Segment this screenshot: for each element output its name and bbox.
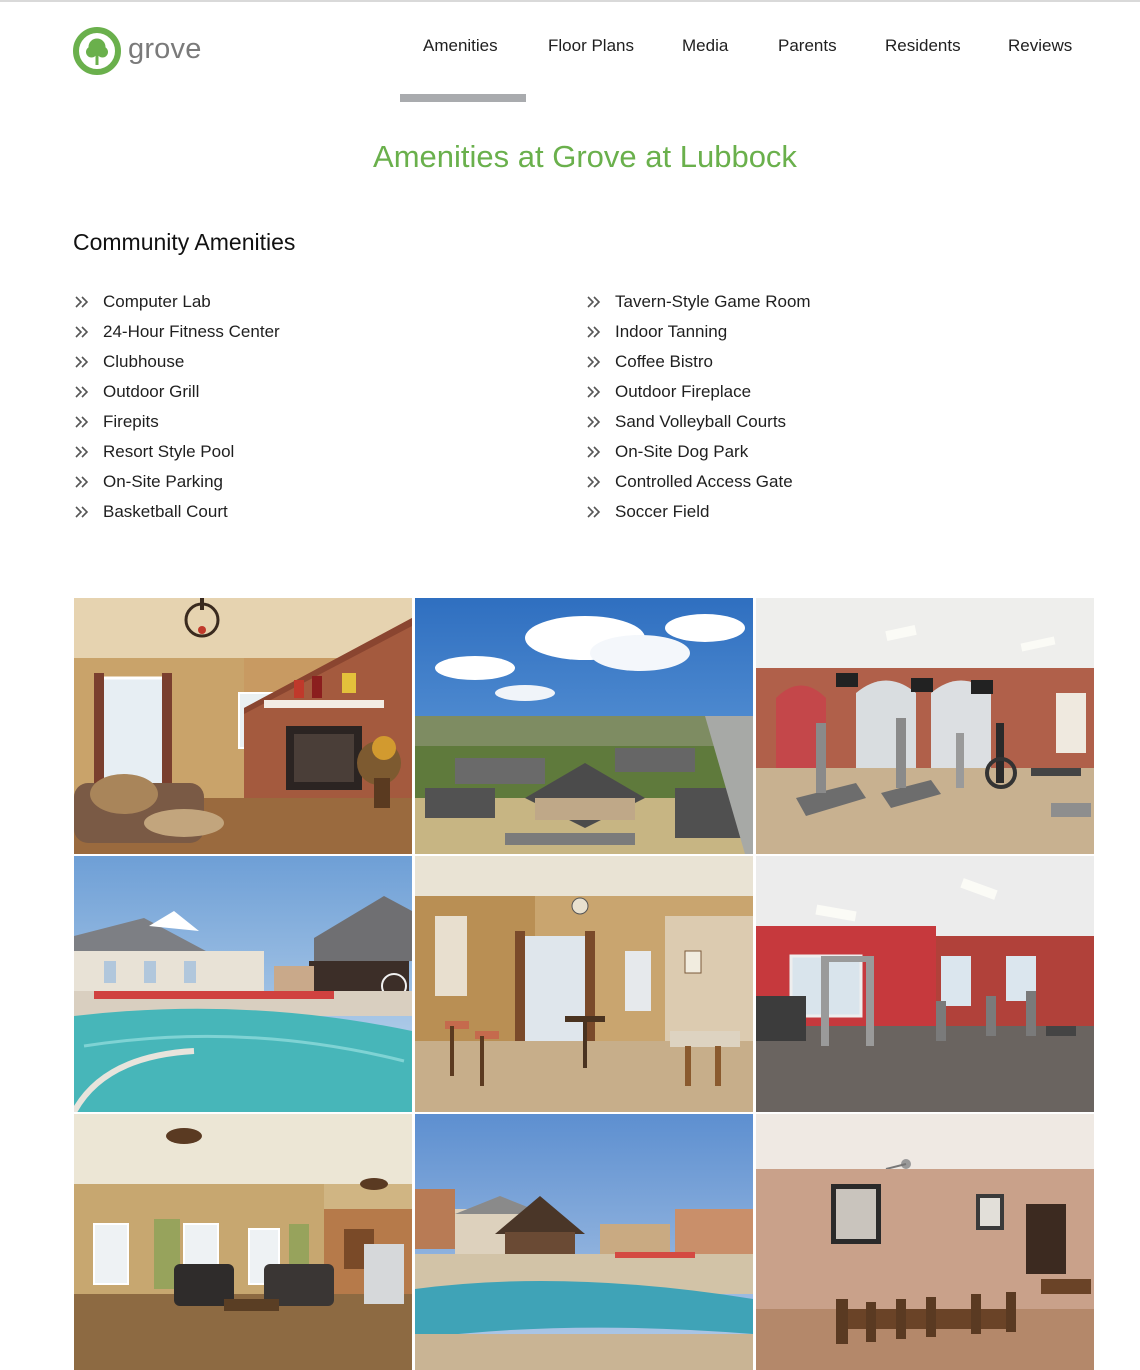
amenity-label: Indoor Tanning bbox=[615, 322, 728, 341]
amenity-label: On-Site Parking bbox=[103, 472, 223, 491]
double-chevron-icon bbox=[75, 326, 89, 338]
amenity-label: Controlled Access Gate bbox=[615, 472, 793, 491]
main-nav: Amenities Floor Plans Media Parents Resi… bbox=[0, 36, 1140, 66]
double-chevron-icon bbox=[75, 356, 89, 368]
list-item: Sand Volleyball Courts bbox=[587, 407, 811, 437]
amenity-label: Clubhouse bbox=[103, 352, 185, 371]
list-item: Indoor Tanning bbox=[587, 317, 811, 347]
list-item: On-Site Parking bbox=[75, 467, 280, 497]
list-item: Firepits bbox=[75, 407, 280, 437]
amenity-label: On-Site Dog Park bbox=[615, 442, 749, 461]
page-title: Amenities at Grove at Lubbock bbox=[373, 139, 797, 174]
nav-residents[interactable]: Residents bbox=[885, 36, 961, 56]
double-chevron-icon bbox=[75, 476, 89, 488]
amenity-label: Sand Volleyball Courts bbox=[615, 412, 787, 431]
double-chevron-icon bbox=[75, 296, 89, 308]
gallery-photo-clubhouse-fireplace[interactable] bbox=[74, 598, 412, 854]
double-chevron-icon bbox=[75, 386, 89, 398]
double-chevron-icon bbox=[587, 356, 601, 368]
list-item: Soccer Field bbox=[587, 497, 811, 527]
nav-parents[interactable]: Parents bbox=[778, 36, 837, 56]
list-item: Controlled Access Gate bbox=[587, 467, 811, 497]
list-item: Outdoor Grill bbox=[75, 377, 280, 407]
list-item: Coffee Bistro bbox=[587, 347, 811, 377]
double-chevron-icon bbox=[587, 446, 601, 458]
amenity-label: Outdoor Grill bbox=[103, 382, 200, 401]
active-nav-indicator bbox=[400, 94, 526, 102]
list-item: On-Site Dog Park bbox=[587, 437, 811, 467]
amenity-label: Computer Lab bbox=[103, 292, 211, 311]
double-chevron-icon bbox=[75, 416, 89, 428]
amenity-label: Basketball Court bbox=[103, 502, 228, 521]
photo-gallery bbox=[74, 598, 1094, 1370]
gallery-photo-clubhouse-lounge[interactable] bbox=[74, 1114, 412, 1370]
double-chevron-icon bbox=[75, 446, 89, 458]
gallery-photo-weight-room[interactable] bbox=[756, 856, 1094, 1112]
gallery-photo-study-room[interactable] bbox=[756, 1114, 1094, 1370]
amenity-label: Tavern-Style Game Room bbox=[615, 292, 811, 311]
amenity-label: Coffee Bistro bbox=[615, 352, 713, 371]
double-chevron-icon bbox=[75, 506, 89, 518]
list-item: Basketball Court bbox=[75, 497, 280, 527]
amenity-label: Firepits bbox=[103, 412, 159, 431]
amenities-list-left: Computer Lab 24-Hour Fitness Center Club… bbox=[75, 287, 280, 527]
list-item: 24-Hour Fitness Center bbox=[75, 317, 280, 347]
top-border bbox=[0, 0, 1140, 2]
list-item: Outdoor Fireplace bbox=[587, 377, 811, 407]
double-chevron-icon bbox=[587, 476, 601, 488]
list-item: Resort Style Pool bbox=[75, 437, 280, 467]
gallery-photo-outdoor-pavilion[interactable] bbox=[415, 1114, 753, 1370]
double-chevron-icon bbox=[587, 506, 601, 518]
double-chevron-icon bbox=[587, 416, 601, 428]
nav-reviews[interactable]: Reviews bbox=[1008, 36, 1072, 56]
amenity-label: Outdoor Fireplace bbox=[615, 382, 752, 401]
nav-floor-plans[interactable]: Floor Plans bbox=[548, 36, 634, 56]
double-chevron-icon bbox=[587, 386, 601, 398]
gallery-photo-aerial-view[interactable] bbox=[415, 598, 753, 854]
amenity-label: Soccer Field bbox=[615, 502, 710, 521]
gallery-photo-pool[interactable] bbox=[74, 856, 412, 1112]
double-chevron-icon bbox=[587, 326, 601, 338]
amenities-list-right: Tavern-Style Game Room Indoor Tanning Co… bbox=[587, 287, 811, 527]
community-amenities-heading: Community Amenities bbox=[73, 229, 296, 255]
list-item: Computer Lab bbox=[75, 287, 280, 317]
gallery-photo-coffee-bistro[interactable] bbox=[415, 856, 753, 1112]
gallery-photo-fitness-center[interactable] bbox=[756, 598, 1094, 854]
nav-amenities[interactable]: Amenities bbox=[423, 36, 498, 56]
list-item: Tavern-Style Game Room bbox=[587, 287, 811, 317]
double-chevron-icon bbox=[587, 296, 601, 308]
amenity-label: 24-Hour Fitness Center bbox=[103, 322, 280, 341]
list-item: Clubhouse bbox=[75, 347, 280, 377]
amenity-label: Resort Style Pool bbox=[103, 442, 235, 461]
nav-media[interactable]: Media bbox=[682, 36, 728, 56]
